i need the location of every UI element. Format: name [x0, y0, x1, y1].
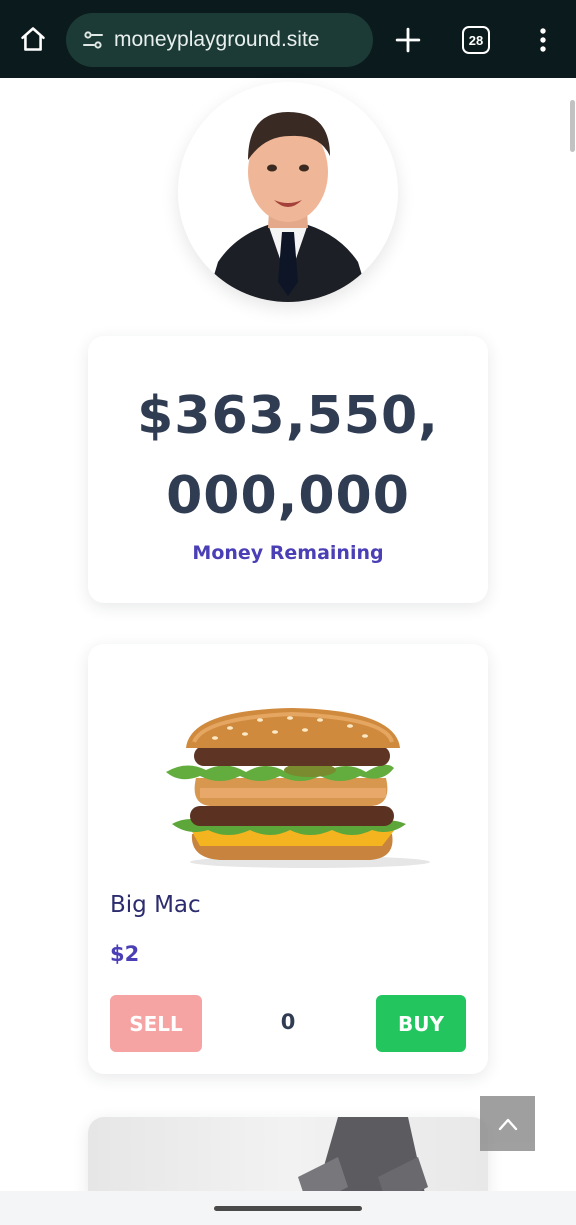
- url-text: moneyplayground.site: [114, 28, 320, 51]
- browser-toolbar: moneyplayground.site 28: [0, 0, 576, 78]
- item-name: Big Mac: [110, 892, 201, 918]
- scroll-to-top-button[interactable]: [480, 1096, 535, 1151]
- item-price: $2: [110, 942, 140, 966]
- system-gesture-area: [0, 1191, 576, 1225]
- item-quantity: 0: [280, 1010, 296, 1034]
- buy-button[interactable]: BUY: [376, 995, 466, 1052]
- chevron-up-icon: [498, 1118, 517, 1130]
- tune-icon[interactable]: [80, 27, 106, 53]
- item-card-big-mac: Big Mac $2 SELL 0 BUY: [88, 644, 488, 1074]
- big-mac-image: [166, 708, 430, 868]
- balance-card: $363,550,000,000 Money Remaining: [88, 336, 488, 603]
- profile-avatar: [178, 82, 398, 302]
- money-remaining-amount: $363,550,000,000: [137, 386, 439, 526]
- home-button[interactable]: [14, 20, 52, 58]
- plus-icon: [395, 27, 421, 53]
- address-bar[interactable]: moneyplayground.site: [66, 13, 373, 67]
- more-vert-icon: [540, 28, 546, 52]
- page-scrollbar[interactable]: [570, 100, 575, 152]
- tabs-count-button[interactable]: 28: [462, 26, 490, 54]
- new-tab-button[interactable]: [390, 22, 426, 58]
- more-menu-button[interactable]: [530, 22, 556, 58]
- money-remaining-label: Money Remaining: [192, 542, 384, 564]
- home-icon: [21, 27, 45, 51]
- sell-button[interactable]: SELL: [110, 995, 202, 1052]
- gesture-handle[interactable]: [214, 1206, 362, 1211]
